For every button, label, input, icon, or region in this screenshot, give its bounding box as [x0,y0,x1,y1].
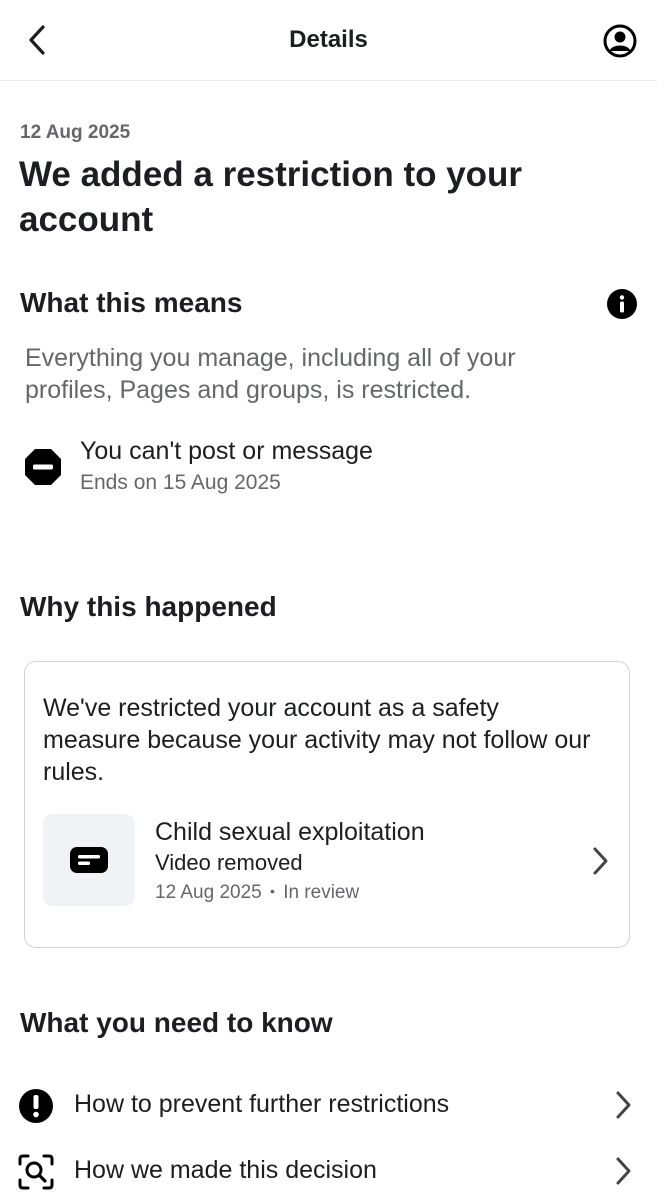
restriction-title: You can't post or message [80,437,373,465]
message-card-icon [70,847,108,873]
restriction-description: Everything you manage, including all of … [25,344,516,404]
violation-title: Child sexual exploitation [155,818,425,846]
violation-status: In review [283,882,360,903]
violation-item[interactable]: Child sexual exploitation Video removed … [43,814,615,910]
list-item-prevent-restrictions[interactable]: How to prevent further restrictions [18,1078,638,1130]
violation-meta: 12 Aug 2025 • In review [155,882,359,904]
list-item-decision-process[interactable]: How we made this decision [18,1144,638,1196]
violation-thumbnail [43,814,135,906]
reason-text: We've restricted your account as a safet… [43,694,591,786]
chevron-right-icon [593,847,608,875]
violation-action: Video removed [155,850,303,875]
info-icon [607,289,637,319]
violation-date: 12 Aug 2025 [155,882,262,903]
stop-octagon-icon [25,449,61,485]
notice-title: We added a restriction to your account [19,155,523,239]
chevron-right-icon [616,1157,631,1185]
section-heading-know: What you need to know [20,1007,333,1038]
info-button[interactable] [606,288,638,320]
list-item-label: How to prevent further restrictions [74,1090,450,1118]
profile-icon [603,24,637,58]
section-heading-why: Why this happened [20,591,277,622]
page-header-title: Details [289,26,368,53]
profile-button[interactable] [600,22,640,60]
search-scan-icon [18,1154,54,1190]
section-heading-meaning: What this means [20,287,243,318]
meta-separator: • [270,883,275,899]
restriction-end-date: Ends on 15 Aug 2025 [80,471,281,494]
list-item-label: How we made this decision [74,1156,377,1184]
exclamation-circle-icon [19,1089,53,1123]
top-bar: Details [0,0,657,81]
notice-date: 12 Aug 2025 [20,122,131,143]
chevron-right-icon [616,1091,631,1119]
reason-card: We've restricted your account as a safet… [24,661,630,948]
